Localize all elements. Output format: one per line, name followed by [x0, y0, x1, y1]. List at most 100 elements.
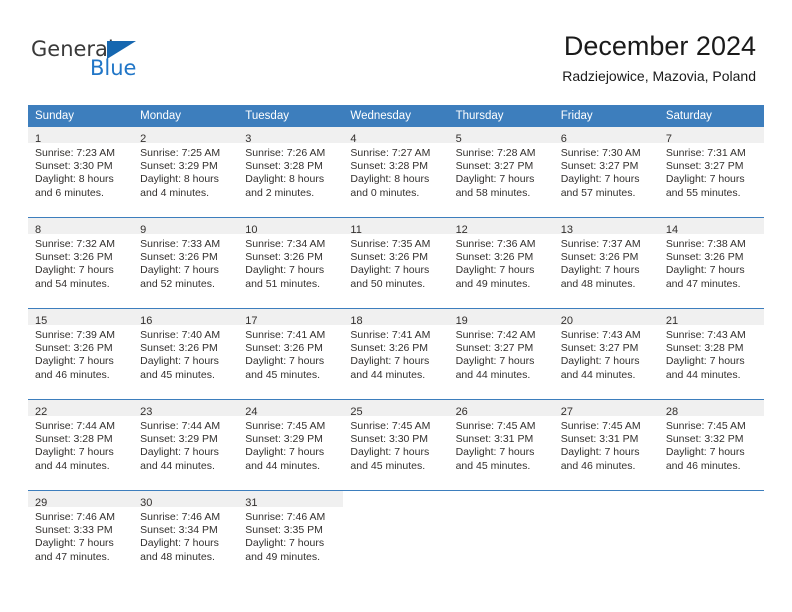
- day-number: 11: [350, 224, 362, 236]
- day-number-bar: [554, 491, 659, 507]
- calendar-day-cell[interactable]: 2 Sunrise: 7:25 AM Sunset: 3:29 PM Daylight…: [133, 127, 239, 211]
- day-details: Sunrise: 7:45 AM Sunset: 3:29 PM Daylight:…: [238, 416, 343, 473]
- calendar-day-cell[interactable]: 24 Sunrise: 7:45 AM Sunset: 3:29 PM Dayligh…: [238, 399, 344, 484]
- day-number-bar: 14: [658, 218, 764, 236]
- calendar-day-cell[interactable]: 13 Sunrise: 7:37 AM Sunset: 3:26 PM Dayligh…: [553, 217, 659, 302]
- weekday-header-tuesday: Tuesday: [238, 105, 344, 127]
- sunset-text: Sunset: 3:28 PM: [665, 342, 744, 355]
- daylight-text-line1: Daylight: 7 hours: [455, 173, 535, 186]
- calendar-day-cell[interactable]: 9 Sunrise: 7:33 AM Sunset: 3:26 PM Daylight…: [133, 217, 239, 302]
- daylight-text-line1: Daylight: 7 hours: [140, 446, 219, 459]
- sunrise-text: Sunrise: 7:27 AM: [350, 147, 431, 159]
- sunrise-text: Sunrise: 7:26 AM: [245, 147, 326, 159]
- day-number-bar: 23: [133, 400, 239, 418]
- day-number-bar: 15: [28, 309, 134, 327]
- daylight-text-line2: and 55 minutes.: [665, 186, 741, 199]
- daylight-text-line2: and 46 minutes.: [665, 459, 741, 472]
- day-number-bar: 4: [343, 127, 449, 145]
- calendar-day-cell[interactable]: 7 Sunrise: 7:31 AM Sunset: 3:27 PM Daylight…: [658, 127, 764, 211]
- day-number: 20: [560, 315, 573, 327]
- daylight-text-line1: Daylight: 7 hours: [350, 446, 430, 459]
- calendar-day-cell[interactable]: 10 Sunrise: 7:34 AM Sunset: 3:26 PM Dayligh…: [238, 217, 344, 302]
- day-number-bar: 12: [448, 218, 554, 236]
- general-blue-logo[interactable]: General Blue: [31, 37, 201, 87]
- day-details: Sunrise: 7:30 AM Sunset: 3:27 PM Daylight:…: [554, 143, 659, 200]
- daylight-text-line2: and 45 minutes.: [245, 368, 320, 381]
- sunset-text: Sunset: 3:27 PM: [560, 342, 639, 355]
- calendar-day-cell[interactable]: 15 Sunrise: 7:39 AM Sunset: 3:26 PM Dayligh…: [28, 308, 134, 393]
- sunset-text: Sunset: 3:31 PM: [560, 433, 639, 446]
- daylight-text-line2: and 0 minutes.: [350, 186, 420, 199]
- weekday-header-wednesday: Wednesday: [343, 105, 449, 127]
- calendar-day-cell[interactable]: 14 Sunrise: 7:38 AM Sunset: 3:26 PM Dayligh…: [658, 217, 764, 302]
- day-details: Sunrise: 7:39 AM Sunset: 3:26 PM Daylight:…: [28, 325, 133, 382]
- calendar-day-cell[interactable]: 27 Sunrise: 7:45 AM Sunset: 3:31 PM Dayligh…: [553, 399, 659, 484]
- sunset-text: Sunset: 3:26 PM: [245, 251, 323, 264]
- calendar-day-cell[interactable]: 4 Sunrise: 7:27 AM Sunset: 3:28 PM Daylight…: [343, 127, 449, 211]
- calendar-day-cell[interactable]: 16 Sunrise: 7:40 AM Sunset: 3:26 PM Dayligh…: [133, 308, 239, 393]
- calendar-day-cell[interactable]: 26 Sunrise: 7:45 AM Sunset: 3:31 PM Dayligh…: [448, 399, 554, 484]
- calendar-day-cell[interactable]: 25 Sunrise: 7:45 AM Sunset: 3:30 PM Dayligh…: [343, 399, 449, 484]
- calendar-day-cell[interactable]: 22 Sunrise: 7:44 AM Sunset: 3:28 PM Dayligh…: [28, 399, 134, 484]
- day-details: Sunrise: 7:41 AM Sunset: 3:26 PM Daylight:…: [343, 325, 448, 382]
- daylight-text-line2: and 44 minutes.: [350, 368, 426, 381]
- calendar-body: 1 Sunrise: 7:23 AM Sunset: 3:30 PM Daylight…: [28, 127, 764, 575]
- sunrise-text: Sunrise: 7:28 AM: [455, 147, 536, 159]
- day-details: Sunrise: 7:45 AM Sunset: 3:30 PM Daylight:…: [343, 416, 448, 473]
- daylight-text-line1: Daylight: 8 hours: [140, 173, 219, 186]
- calendar-day-cell[interactable]: 17 Sunrise: 7:41 AM Sunset: 3:26 PM Dayligh…: [238, 308, 344, 393]
- calendar-day-cell[interactable]: 29 Sunrise: 7:46 AM Sunset: 3:33 PM Dayligh…: [28, 490, 134, 575]
- day-number: 15: [35, 315, 48, 327]
- daylight-text-line2: and 47 minutes.: [665, 277, 741, 290]
- calendar-day-cell[interactable]: 19 Sunrise: 7:42 AM Sunset: 3:27 PM Dayligh…: [448, 308, 554, 393]
- day-number-bar: 17: [238, 309, 344, 327]
- calendar-day-cell[interactable]: 6 Sunrise: 7:30 AM Sunset: 3:27 PM Daylight…: [553, 127, 659, 211]
- daylight-text-line1: Daylight: 7 hours: [35, 537, 114, 550]
- sunrise-text: Sunrise: 7:45 AM: [560, 420, 641, 432]
- day-number: 28: [665, 406, 679, 418]
- sunset-text: Sunset: 3:27 PM: [455, 160, 534, 173]
- daylight-text-line2: and 51 minutes.: [245, 277, 320, 290]
- calendar-day-cell[interactable]: 31 Sunrise: 7:46 AM Sunset: 3:35 PM Dayligh…: [238, 490, 344, 575]
- day-number-bar: 10: [238, 218, 344, 236]
- daylight-text-line1: Daylight: 7 hours: [245, 355, 325, 368]
- daylight-text-line2: and 2 minutes.: [245, 186, 315, 199]
- day-details: Sunrise: 7:45 AM Sunset: 3:31 PM Daylight:…: [449, 416, 554, 473]
- sunrise-text: Sunrise: 7:45 AM: [245, 420, 326, 432]
- calendar-week-row: 1 Sunrise: 7:23 AM Sunset: 3:30 PM Daylight…: [28, 127, 764, 211]
- calendar-day-cell[interactable]: 20 Sunrise: 7:43 AM Sunset: 3:27 PM Dayligh…: [553, 308, 659, 393]
- day-details: [554, 507, 659, 511]
- calendar-day-cell[interactable]: 5 Sunrise: 7:28 AM Sunset: 3:27 PM Daylight…: [448, 127, 554, 211]
- day-number: 6: [560, 133, 567, 145]
- calendar-day-cell[interactable]: 18 Sunrise: 7:41 AM Sunset: 3:26 PM Dayligh…: [343, 308, 449, 393]
- day-number: 21: [665, 315, 679, 327]
- day-number: 14: [665, 224, 679, 236]
- daylight-text-line2: and 50 minutes.: [350, 277, 426, 290]
- calendar-day-cell[interactable]: 11 Sunrise: 7:35 AM Sunset: 3:26 PM Dayligh…: [343, 217, 449, 302]
- day-details: Sunrise: 7:45 AM Sunset: 3:32 PM Daylight:…: [659, 416, 764, 473]
- calendar-day-cell[interactable]: 1 Sunrise: 7:23 AM Sunset: 3:30 PM Daylight…: [28, 127, 134, 211]
- daylight-text-line1: Daylight: 7 hours: [455, 446, 535, 459]
- calendar-day-cell[interactable]: 21 Sunrise: 7:43 AM Sunset: 3:28 PM Dayligh…: [658, 308, 764, 393]
- day-number: 3: [245, 133, 252, 145]
- day-number-bar: [449, 491, 554, 507]
- calendar-day-cell[interactable]: 30 Sunrise: 7:46 AM Sunset: 3:34 PM Dayligh…: [133, 490, 239, 575]
- day-number-bar: 9: [133, 218, 239, 236]
- calendar-empty-cell: [658, 490, 764, 575]
- daylight-text-line2: and 58 minutes.: [455, 186, 531, 199]
- calendar-grid: Sunday Monday Tuesday Wednesday Thursday…: [28, 105, 764, 575]
- calendar-day-cell[interactable]: 8 Sunrise: 7:32 AM Sunset: 3:26 PM Daylight…: [28, 217, 134, 302]
- day-number-bar: [343, 491, 448, 507]
- day-details: Sunrise: 7:43 AM Sunset: 3:27 PM Daylight:…: [554, 325, 659, 382]
- day-details: Sunrise: 7:27 AM Sunset: 3:28 PM Daylight:…: [343, 143, 448, 200]
- day-number: 29: [35, 497, 48, 509]
- day-number-bar: 5: [448, 127, 554, 145]
- page-subtitle: Radziejowice, Mazovia, Poland: [562, 68, 756, 84]
- calendar-day-cell[interactable]: 28 Sunrise: 7:45 AM Sunset: 3:32 PM Dayligh…: [658, 399, 764, 484]
- sunset-text: Sunset: 3:28 PM: [35, 433, 113, 446]
- calendar-day-cell[interactable]: 3 Sunrise: 7:26 AM Sunset: 3:28 PM Daylight…: [238, 127, 344, 211]
- day-number-bar: 19: [448, 309, 554, 327]
- daylight-text-line1: Daylight: 7 hours: [140, 355, 219, 368]
- calendar-day-cell[interactable]: 12 Sunrise: 7:36 AM Sunset: 3:26 PM Dayligh…: [448, 217, 554, 302]
- calendar-day-cell[interactable]: 23 Sunrise: 7:44 AM Sunset: 3:29 PM Dayligh…: [133, 399, 239, 484]
